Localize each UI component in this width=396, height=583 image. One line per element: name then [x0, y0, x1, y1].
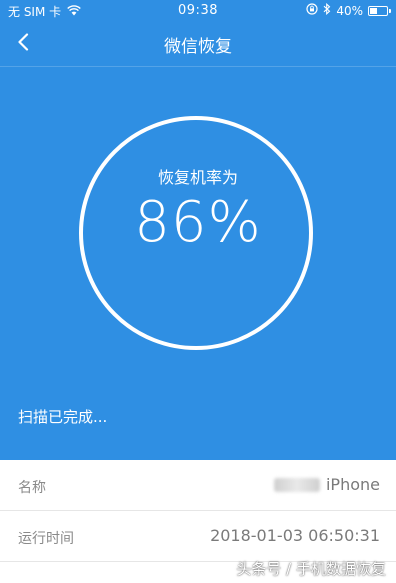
info-row-name: 名称 iPhone: [0, 460, 396, 511]
runtime-value: 2018-01-03 06:50:31: [210, 526, 380, 545]
recovery-rate-value: 86%: [134, 190, 262, 255]
info-label: 名称: [18, 480, 46, 496]
redacted-name-block: [273, 477, 320, 492]
recovery-rate-label: 恢复机率为: [157, 168, 238, 187]
nav-bar: 微信恢复: [0, 22, 396, 67]
bluetooth-icon: [323, 2, 331, 18]
scan-status-text: 扫描已完成...: [18, 408, 108, 426]
info-label: 运行时间: [18, 531, 74, 547]
battery-level: [370, 7, 378, 14]
battery-percent: 40%: [336, 3, 363, 18]
page-title: 微信恢复: [164, 37, 232, 57]
app-screen: 无 SIM 卡 09:38 40% 微信恢复 恢复机率为 86% 扫描已完成..…: [0, 0, 396, 583]
orientation-lock-icon: [306, 3, 318, 18]
device-name-value: iPhone: [273, 475, 380, 494]
recovery-hero: 恢复机率为 86% 扫描已完成...: [0, 67, 396, 460]
battery-icon: [368, 5, 391, 16]
status-right: 40%: [306, 2, 391, 18]
status-bar: 无 SIM 卡 09:38 40%: [0, 0, 396, 22]
info-row-runtime: 运行时间 2018-01-03 06:50:31: [0, 511, 396, 562]
watermark-text: 头条号 / 手机数据恢复: [236, 560, 386, 578]
device-name-text: iPhone: [325, 475, 380, 494]
